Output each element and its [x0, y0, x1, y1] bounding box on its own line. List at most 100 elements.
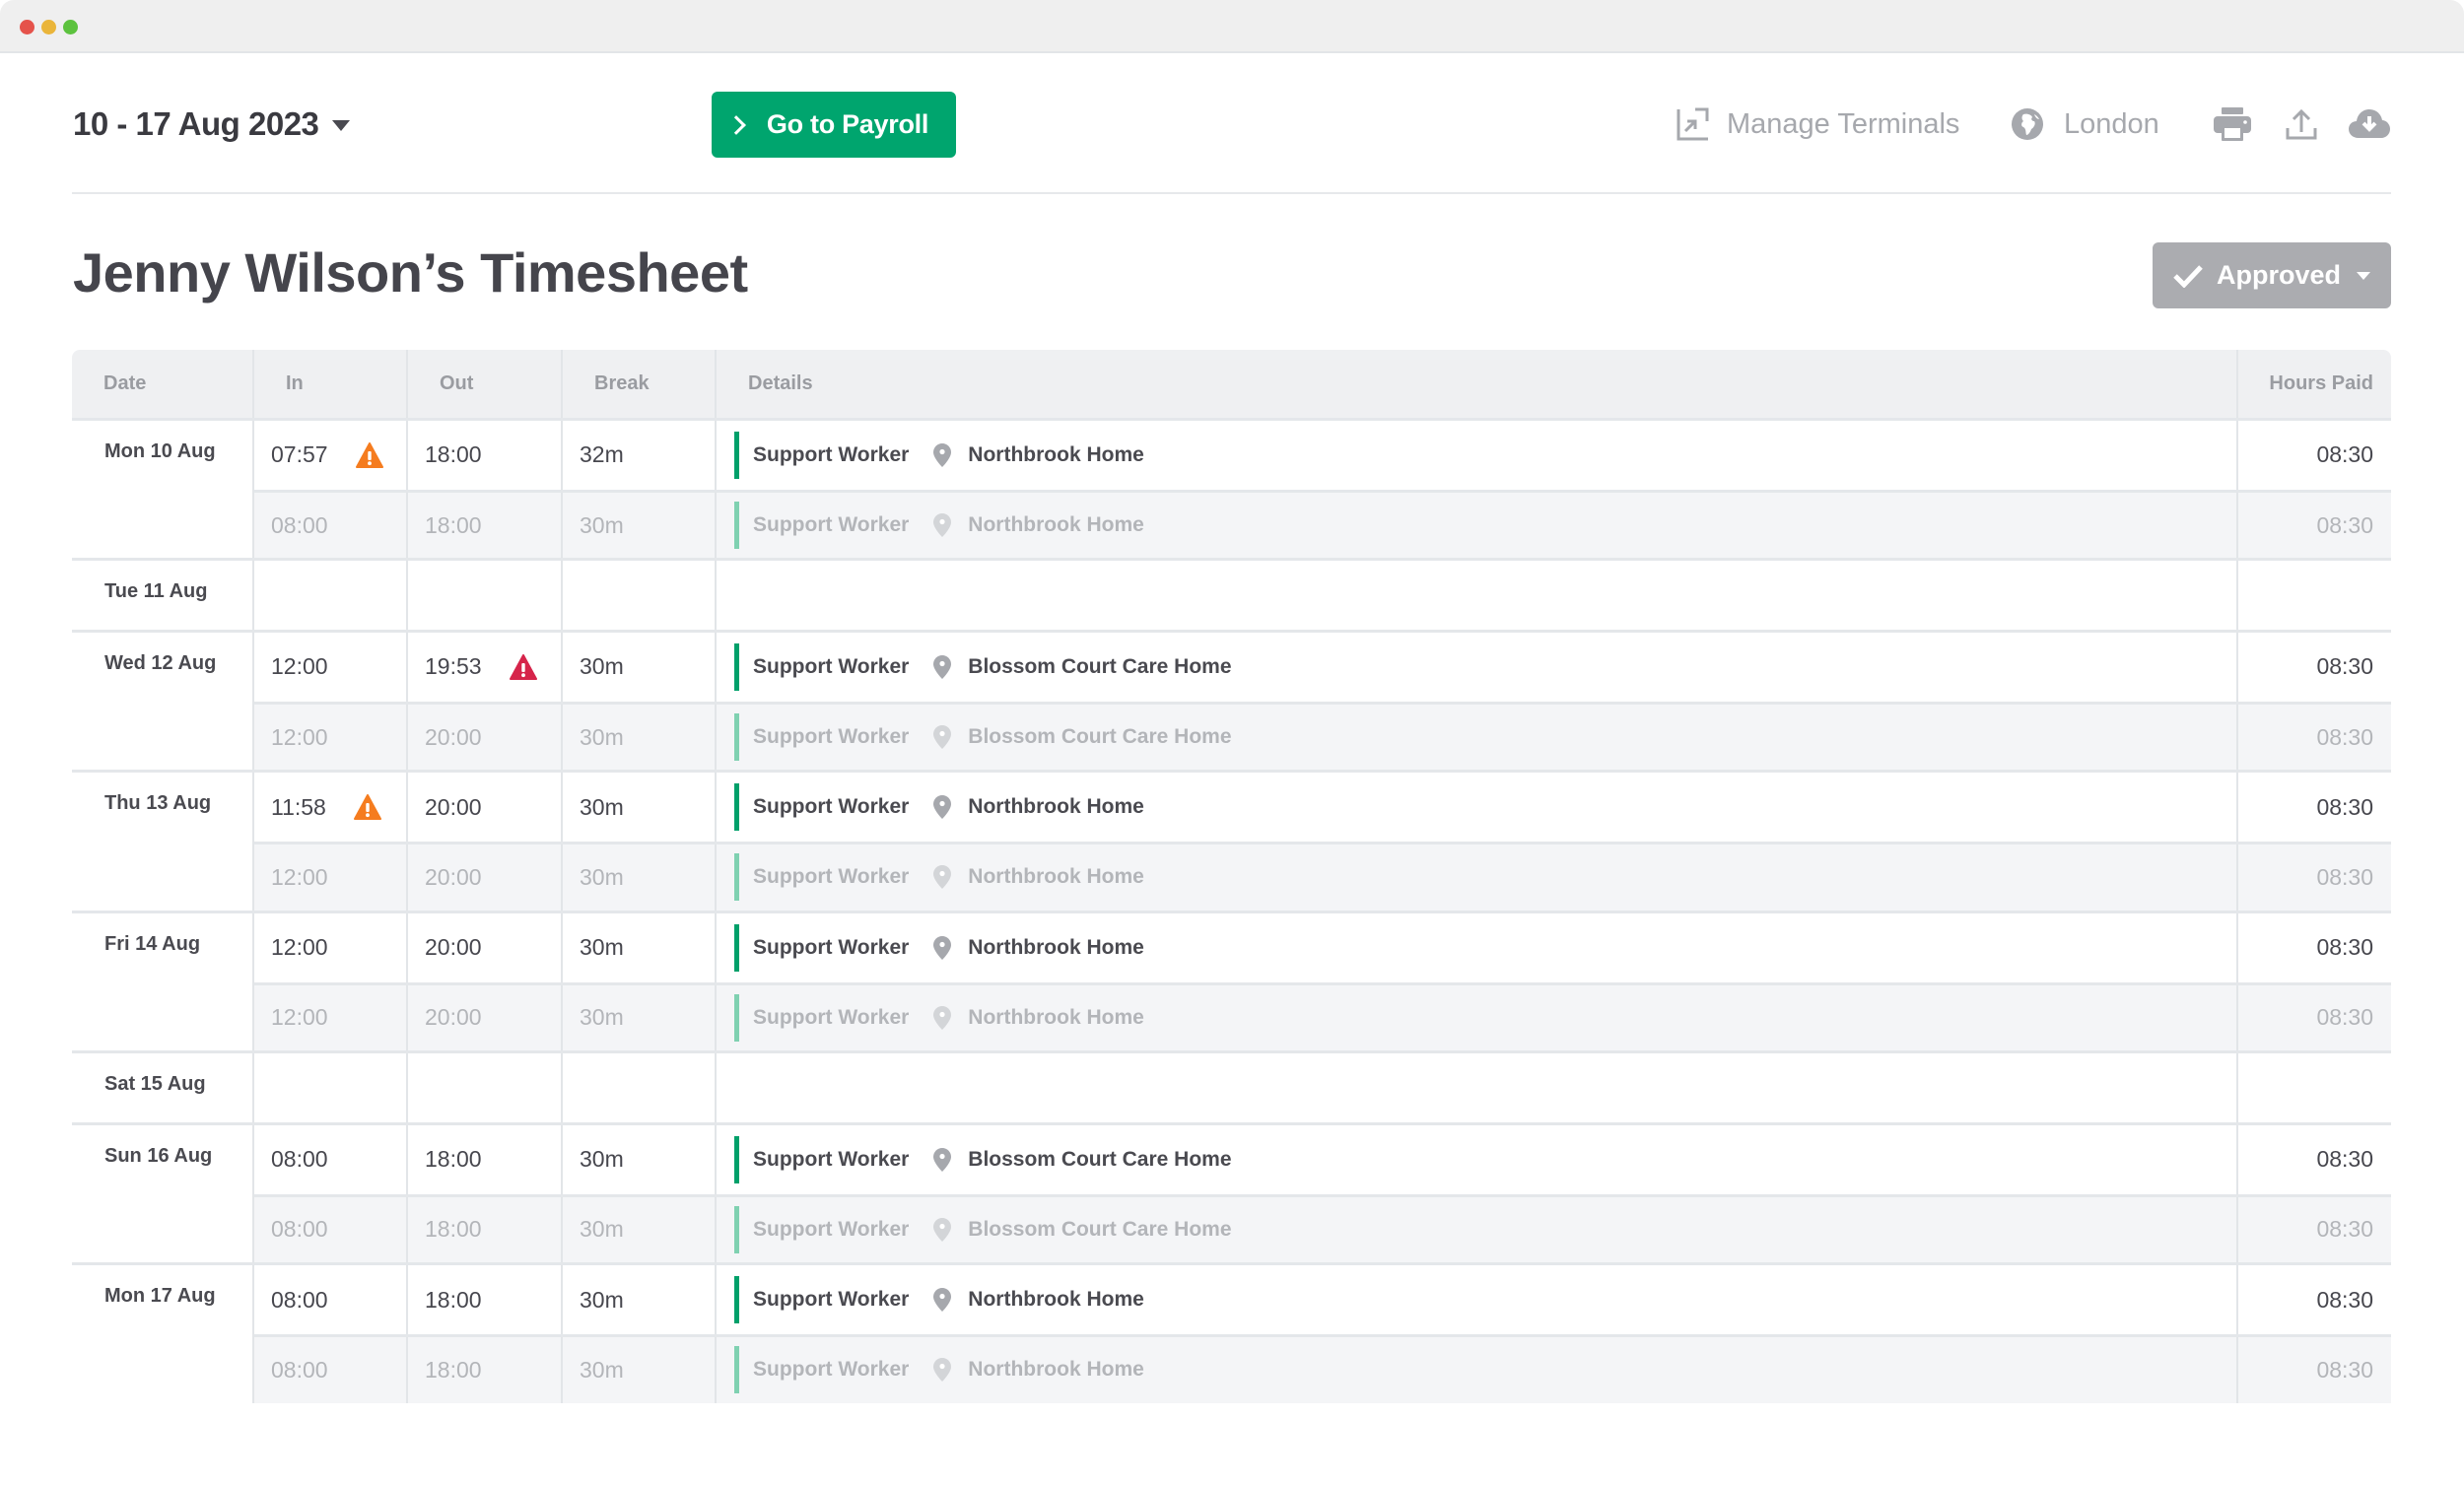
error-icon[interactable] — [509, 653, 537, 680]
planned-shift-row[interactable]: 12:00 20:00 30m Support Worker Northbrook Ho… — [254, 842, 2391, 911]
clock-out-cell[interactable]: 18:00 — [408, 1265, 563, 1334]
clock-in-cell[interactable]: 07:57 — [254, 421, 408, 490]
break-cell[interactable]: 30m — [563, 633, 717, 702]
clock-in-cell[interactable] — [254, 561, 408, 631]
details-cell[interactable]: Support Worker Blossom Court Care Home — [717, 633, 2238, 702]
empty-day-row[interactable] — [254, 1053, 2391, 1122]
go-to-payroll-button[interactable]: Go to Payroll — [712, 92, 956, 158]
planned-shift-row[interactable]: 08:00 18:00 30m Support Worker Blossom Court… — [254, 1193, 2391, 1263]
window-maximize-button[interactable] — [63, 20, 78, 34]
actual-shift-row[interactable]: 11:58 20:00 30m Support Worker Northbrook Ho… — [254, 773, 2391, 843]
break-cell[interactable]: 30m — [563, 1336, 717, 1403]
clock-in-cell[interactable]: 12:00 — [254, 912, 408, 982]
clock-out-cell[interactable]: 18:00 — [408, 492, 563, 559]
clock-out-cell[interactable]: 18:00 — [408, 1196, 563, 1263]
hours-paid-cell: 08:30 — [2238, 985, 2391, 1051]
details-cell[interactable]: Support Worker Northbrook Home — [717, 844, 2238, 911]
clock-in-cell[interactable]: 08:00 — [254, 1196, 408, 1263]
details-cell[interactable]: Support Worker Northbrook Home — [717, 912, 2238, 982]
column-header-out[interactable]: Out — [408, 350, 563, 418]
actual-shift-row[interactable]: 08:00 18:00 30m Support Worker Northbrook Ho… — [254, 1265, 2391, 1334]
column-header-in[interactable]: In — [254, 350, 408, 418]
clock-in-cell[interactable]: 12:00 — [254, 844, 408, 911]
details-cell[interactable]: Support Worker Blossom Court Care Home — [717, 704, 2238, 771]
column-header-date[interactable]: Date — [72, 350, 254, 418]
break-cell[interactable] — [563, 1053, 717, 1122]
empty-day-row[interactable] — [254, 561, 2391, 631]
timesheet-table: Date In Out Break Details Hours Paid Mon… — [72, 350, 2391, 1403]
warning-icon[interactable] — [355, 441, 383, 468]
details-cell[interactable]: Support Worker Northbrook Home — [717, 984, 2238, 1051]
approval-status-dropdown[interactable]: Approved — [2153, 242, 2391, 308]
actual-shift-row[interactable]: 12:00 20:00 30m Support Worker Northbrook Ho… — [254, 912, 2391, 982]
day-date-cell: Wed 12 Aug — [72, 633, 254, 771]
clock-out-cell[interactable]: 18:00 — [408, 421, 563, 490]
hours-paid-value: 08:30 — [2316, 793, 2373, 820]
details-cell[interactable]: Support Worker Blossom Court Care Home — [717, 1124, 2238, 1194]
location-pin-icon — [933, 442, 952, 467]
clock-in-cell[interactable]: 08:00 — [254, 492, 408, 559]
window-close-button[interactable] — [20, 20, 34, 34]
day-shift-rows: 08:00 18:00 30m Support Worker Blossom Court… — [254, 1124, 2391, 1263]
actual-shift-row[interactable]: 08:00 18:00 30m Support Worker Blossom Court… — [254, 1124, 2391, 1194]
clock-out-cell[interactable]: 20:00 — [408, 984, 563, 1051]
details-cell — [717, 1053, 2238, 1122]
break-cell[interactable]: 30m — [563, 1196, 717, 1263]
break-cell[interactable]: 30m — [563, 844, 717, 911]
break-cell[interactable]: 32m — [563, 421, 717, 490]
break-cell[interactable]: 30m — [563, 704, 717, 771]
window-minimize-button[interactable] — [41, 20, 56, 34]
details-cell[interactable]: Support Worker Northbrook Home — [717, 1265, 2238, 1334]
clock-out-cell[interactable]: 20:00 — [408, 773, 563, 843]
actual-shift-row[interactable]: 07:57 18:00 32m Support Worker Northbrook Ho… — [254, 421, 2391, 490]
details-cell[interactable]: Support Worker Blossom Court Care Home — [717, 1196, 2238, 1263]
planned-shift-row[interactable]: 08:00 18:00 30m Support Worker Northbrook Ho… — [254, 489, 2391, 559]
break-cell[interactable]: 30m — [563, 773, 717, 843]
planned-shift-row[interactable]: 08:00 18:00 30m Support Worker Northbrook Ho… — [254, 1333, 2391, 1403]
clock-in-cell[interactable]: 08:00 — [254, 1124, 408, 1194]
clock-out-cell[interactable]: 19:53 — [408, 633, 563, 702]
clock-out-cell[interactable] — [408, 1053, 563, 1122]
break-cell[interactable]: 30m — [563, 1124, 717, 1194]
shift-color-bar — [734, 642, 739, 691]
clock-out-cell[interactable]: 18:00 — [408, 1124, 563, 1194]
download-button[interactable] — [2348, 102, 2391, 146]
date-range-selector[interactable]: 10 - 17 Aug 2023 — [73, 102, 351, 146]
details-cell[interactable]: Support Worker Northbrook Home — [717, 1336, 2238, 1403]
clock-in-cell[interactable]: 12:00 — [254, 704, 408, 771]
clock-in-cell[interactable]: 08:00 — [254, 1336, 408, 1403]
clock-out-cell[interactable]: 20:00 — [408, 844, 563, 911]
details-cell[interactable]: Support Worker Northbrook Home — [717, 421, 2238, 490]
clock-out-cell[interactable] — [408, 561, 563, 631]
clock-in-cell[interactable]: 08:00 — [254, 1265, 408, 1334]
break-cell[interactable]: 30m — [563, 984, 717, 1051]
column-header-break[interactable]: Break — [563, 350, 717, 418]
column-header-details[interactable]: Details — [717, 350, 2238, 418]
location-selector[interactable]: London — [2011, 102, 2159, 146]
break-cell[interactable]: 30m — [563, 1265, 717, 1334]
export-button[interactable] — [2283, 102, 2320, 146]
cloud-download-icon — [2349, 109, 2390, 138]
break-cell[interactable] — [563, 561, 717, 631]
clock-out-cell[interactable]: 18:00 — [408, 1336, 563, 1403]
clock-out-cell[interactable]: 20:00 — [408, 912, 563, 982]
print-button[interactable] — [2212, 102, 2253, 146]
shift-site: Northbrook Home — [968, 1358, 1144, 1382]
manage-terminals-button[interactable]: Manage Terminals — [1676, 102, 1959, 146]
warning-icon[interactable] — [353, 794, 381, 821]
shift-site: Northbrook Home — [968, 935, 1144, 959]
actual-shift-row[interactable]: 12:00 19:53 30m Support Worker Blossom Court… — [254, 633, 2391, 702]
column-header-hours-paid[interactable]: Hours Paid — [2238, 350, 2391, 418]
clock-out-cell[interactable]: 20:00 — [408, 704, 563, 771]
clock-in-cell[interactable]: 12:00 — [254, 633, 408, 702]
break-cell[interactable]: 30m — [563, 912, 717, 982]
clock-in-cell[interactable]: 11:58 — [254, 773, 408, 843]
planned-shift-row[interactable]: 12:00 20:00 30m Support Worker Blossom Court… — [254, 701, 2391, 771]
planned-shift-row[interactable]: 12:00 20:00 30m Support Worker Northbrook Ho… — [254, 981, 2391, 1051]
details-cell[interactable]: Support Worker Northbrook Home — [717, 773, 2238, 843]
clock-in-cell[interactable]: 12:00 — [254, 984, 408, 1051]
clock-in-cell[interactable] — [254, 1053, 408, 1122]
details-cell[interactable]: Support Worker Northbrook Home — [717, 492, 2238, 559]
shift-role: Support Worker — [753, 795, 910, 819]
break-cell[interactable]: 30m — [563, 492, 717, 559]
